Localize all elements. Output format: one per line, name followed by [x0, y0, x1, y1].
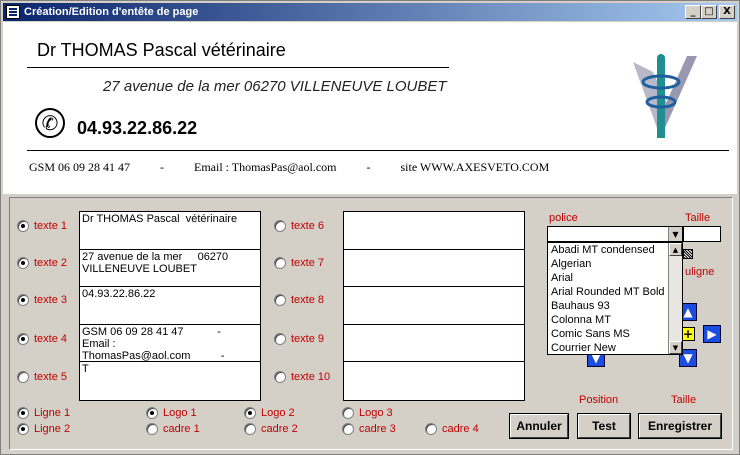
radio-cadre-4[interactable]: cadre 4: [425, 423, 479, 435]
veterinary-caduceus-logo: [633, 54, 697, 138]
telephone-icon: ✆: [35, 108, 65, 138]
radio-dot[interactable]: [17, 294, 29, 306]
annuler-button[interactable]: Annuler: [510, 414, 568, 438]
underline-checkbox[interactable]: [683, 249, 693, 259]
close-button[interactable]: X: [719, 5, 735, 19]
text-fields-right: [343, 211, 525, 401]
text-fields-left: Dr THOMAS Pascal vétérinaire 27 avenue d…: [79, 211, 261, 401]
radio-texte-3[interactable]: texte 3: [17, 294, 67, 306]
radio-dot[interactable]: [146, 407, 158, 419]
preview-name: Dr THOMAS Pascal vétérinaire: [37, 40, 286, 60]
radio-dot[interactable]: [17, 407, 29, 419]
radio-texte-9[interactable]: texte 9: [274, 333, 324, 345]
radio-logo-2[interactable]: Logo 2: [244, 407, 295, 419]
window-title: Création/Edition d'entête de page: [24, 6, 199, 18]
font-option[interactable]: Comic Sans MS: [548, 327, 682, 341]
text-field-5[interactable]: T: [80, 362, 260, 400]
preview-address: 27 avenue de la mer 06270 VILLENEUVE LOU…: [103, 78, 447, 95]
radio-texte-5[interactable]: texte 5: [17, 371, 67, 383]
preview-phone: 04.93.22.86.22: [77, 118, 198, 138]
radio-dot[interactable]: [274, 333, 286, 345]
radio-texte-10[interactable]: texte 10: [274, 371, 330, 383]
souligne-label: uligne: [685, 266, 715, 278]
radio-logo-1[interactable]: Logo 1: [146, 407, 197, 419]
font-option[interactable]: Algerian: [548, 257, 682, 271]
radio-texte-8[interactable]: texte 8: [274, 294, 324, 306]
radio-cadre-1[interactable]: cadre 1: [146, 423, 200, 435]
enregistrer-button[interactable]: Enregistrer: [639, 414, 721, 438]
font-select[interactable]: ▼: [547, 226, 683, 242]
font-option[interactable]: Arial: [548, 271, 682, 285]
window: Création/Edition d'entête de page _ □ X …: [0, 0, 740, 455]
radio-dot[interactable]: [17, 423, 29, 435]
position-label: Position: [579, 394, 619, 406]
text-field-10[interactable]: [344, 362, 524, 400]
header-preview: Dr THOMAS Pascal vétérinaire 27 avenue d…: [3, 22, 737, 194]
radio-texte-1[interactable]: texte 1: [17, 220, 67, 232]
radio-dot[interactable]: [146, 423, 158, 435]
radio-cadre-2[interactable]: cadre 2: [244, 423, 298, 435]
font-dropdown-list[interactable]: Abadi MT condensed Algerian Arial Arial …: [547, 242, 683, 355]
size-right-arrow-icon[interactable]: ▶: [703, 325, 721, 343]
text-field-9[interactable]: [344, 325, 524, 363]
radio-texte-6[interactable]: texte 6: [274, 220, 324, 232]
radio-dot[interactable]: [342, 407, 354, 419]
title-bar: Création/Edition d'entête de page _ □ X: [3, 3, 737, 21]
radio-texte-7[interactable]: texte 7: [274, 257, 324, 269]
font-option[interactable]: Colonna MT: [548, 313, 682, 327]
maximize-button[interactable]: □: [701, 5, 717, 19]
chevron-down-icon[interactable]: ▼: [668, 227, 682, 241]
text-field-4[interactable]: GSM 06 09 28 41 47 - Email : ThomasPas@a…: [80, 325, 260, 363]
text-field-3[interactable]: 04.93.22.86.22: [80, 287, 260, 325]
text-field-7[interactable]: [344, 250, 524, 288]
radio-ligne-1[interactable]: Ligne 1: [17, 407, 70, 419]
radio-dot[interactable]: [17, 371, 29, 383]
form-icon: [6, 5, 20, 19]
scroll-down-icon[interactable]: ▼: [669, 341, 682, 354]
radio-dot[interactable]: [274, 220, 286, 232]
radio-ligne-2[interactable]: Ligne 2: [17, 423, 70, 435]
radio-dot[interactable]: [274, 294, 286, 306]
police-label: police: [549, 212, 578, 224]
text-field-6[interactable]: [344, 212, 524, 250]
radio-dot[interactable]: [274, 371, 286, 383]
radio-dot[interactable]: [244, 423, 256, 435]
test-button[interactable]: Test: [578, 414, 630, 438]
text-field-8[interactable]: [344, 287, 524, 325]
font-option[interactable]: Abadi MT condensed: [548, 243, 682, 257]
font-option[interactable]: Courrier New: [548, 341, 682, 354]
text-field-1[interactable]: Dr THOMAS Pascal vétérinaire: [80, 212, 260, 250]
radio-cadre-3[interactable]: cadre 3: [342, 423, 396, 435]
preview-info: GSM 06 09 28 41 47 - Email : ThomasPas@a…: [29, 160, 550, 174]
font-size-input[interactable]: [683, 226, 721, 242]
taille-label: Taille: [685, 212, 711, 224]
radio-dot[interactable]: [17, 333, 29, 345]
taille-label-2: Taille: [671, 394, 697, 406]
preview-line-1: [27, 67, 449, 68]
radio-dot[interactable]: [342, 423, 354, 435]
minimize-button[interactable]: _: [685, 5, 701, 19]
radio-texte-4[interactable]: texte 4: [17, 333, 67, 345]
size-reset-plus-icon[interactable]: +: [681, 327, 695, 341]
radio-texte-2[interactable]: texte 2: [17, 257, 67, 269]
radio-dot[interactable]: [17, 257, 29, 269]
radio-dot[interactable]: [274, 257, 286, 269]
font-option[interactable]: Bauhaus 93: [548, 299, 682, 313]
scroll-up-icon[interactable]: ▲: [669, 243, 682, 256]
radio-dot[interactable]: [425, 423, 437, 435]
font-option[interactable]: Arial Rounded MT Bold: [548, 285, 682, 299]
radio-dot[interactable]: [17, 220, 29, 232]
list-scrollbar[interactable]: [668, 243, 682, 354]
radio-dot[interactable]: [244, 407, 256, 419]
radio-logo-3[interactable]: Logo 3: [342, 407, 393, 419]
preview-line-2: [27, 150, 729, 151]
text-field-2[interactable]: 27 avenue de la mer 06270 VILLENEUVE LOU…: [80, 250, 260, 288]
